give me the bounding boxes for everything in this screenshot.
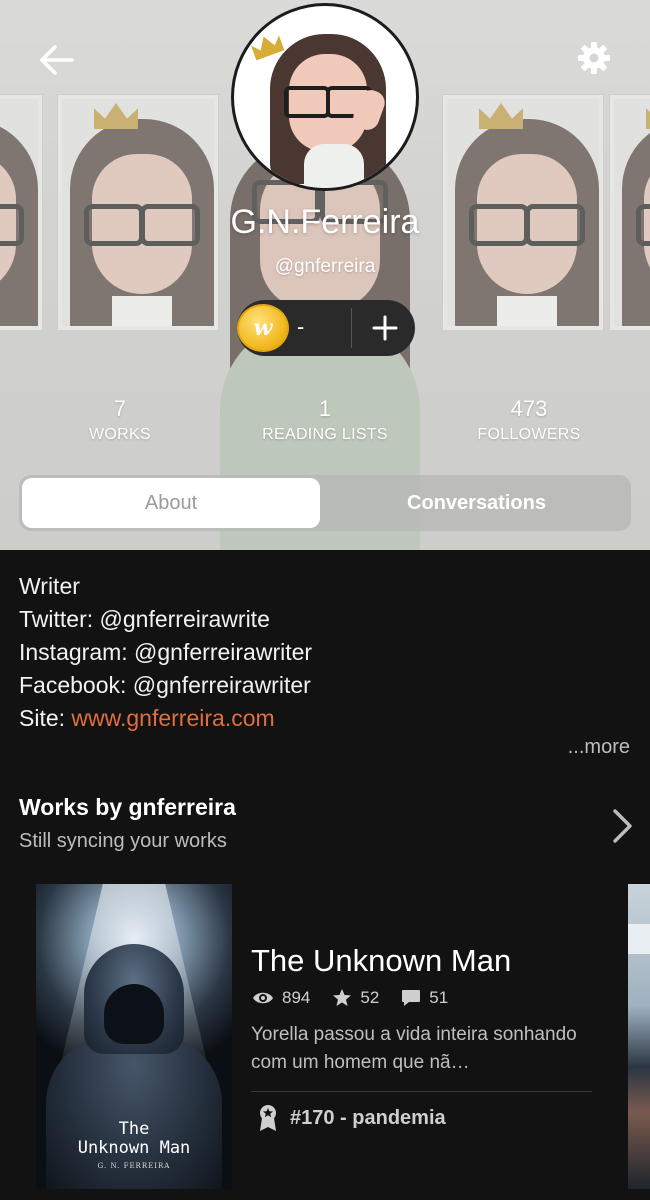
profile-tabs: About Conversations	[19, 475, 631, 531]
comments-value: 51	[429, 988, 449, 1007]
chevron-right-icon	[613, 809, 632, 843]
stat-value: 7	[113, 396, 127, 421]
next-story-cover[interactable]	[628, 884, 650, 1189]
ribbon-icon	[260, 1105, 276, 1131]
bio-line: Writer	[19, 573, 80, 599]
stat-label: READING LISTS	[262, 426, 388, 443]
coin-divider	[351, 308, 352, 348]
stat-works[interactable]: 7 WORKS	[20, 396, 220, 444]
reads-value: 894	[282, 988, 311, 1007]
star-icon	[333, 989, 352, 1006]
stat-reading-lists[interactable]: 1 READING LISTS	[225, 396, 425, 444]
story-stats: 894 52 51	[252, 988, 470, 1008]
votes-value: 52	[360, 988, 380, 1007]
works-see-all-button[interactable]	[604, 806, 640, 846]
stat-label: WORKS	[89, 426, 151, 443]
cover-title-line: The	[118, 1119, 150, 1139]
bio-line: Facebook: @gnferreirawriter	[19, 672, 311, 698]
bio-line: Twitter: @gnferreirawrite	[19, 606, 270, 632]
stat-followers[interactable]: 473 FOLLOWERS	[429, 396, 629, 444]
profile-header: G.N.Ferreira @gnferreira w - 7 WORKS 1 R…	[0, 0, 650, 550]
tab-about[interactable]: About	[22, 478, 320, 528]
settings-button[interactable]	[568, 32, 620, 84]
coin-count: -	[297, 314, 305, 339]
comments-count: 51	[401, 988, 448, 1008]
cover-title: The Unknown Man	[36, 1120, 232, 1158]
add-coins-button[interactable]	[365, 308, 405, 348]
profile-bio: Writer Twitter: @gnferreirawrite Instagr…	[19, 570, 312, 735]
story-cover[interactable]: The Unknown Man G. N. FERREIRA	[36, 884, 232, 1189]
reads-count: 894	[252, 988, 310, 1008]
coin-balance[interactable]: w -	[237, 300, 415, 356]
cover-title-line: Unknown Man	[77, 1138, 191, 1158]
works-subtitle: Still syncing your works	[19, 830, 227, 852]
bio-site-label: Site:	[19, 705, 72, 731]
eye-icon	[253, 992, 273, 1004]
bio-site-link[interactable]: www.gnferreira.com	[71, 705, 274, 731]
avatar[interactable]	[231, 3, 419, 191]
works-title: Works by gnferreira	[19, 794, 236, 820]
bio-line: Instagram: @gnferreirawriter	[19, 639, 313, 665]
story-divider	[251, 1091, 592, 1092]
back-button[interactable]	[28, 36, 84, 84]
wattpad-coin-icon: w	[237, 304, 289, 352]
more-link[interactable]: ...more	[568, 736, 630, 759]
gear-icon	[578, 42, 610, 74]
stat-value: 1	[318, 396, 332, 421]
story-description: Yorella passou a vida inteira sonhando c…	[251, 1024, 577, 1073]
stat-label: FOLLOWERS	[477, 426, 581, 443]
story-title[interactable]: The Unknown Man	[251, 943, 511, 979]
comment-icon	[402, 990, 421, 1006]
cover-author: G. N. FERREIRA	[97, 1162, 171, 1170]
profile-handle: @gnferreira	[274, 256, 376, 277]
story-rank-label: #170 - pandemia	[290, 1106, 446, 1129]
story-rank[interactable]: #170 - pandemia	[258, 1104, 446, 1132]
stat-value: 473	[510, 396, 548, 421]
profile-name: G.N.Ferreira	[230, 203, 420, 241]
arrow-left-icon	[40, 45, 74, 75]
tab-conversations[interactable]: Conversations	[325, 478, 628, 528]
votes-count: 52	[332, 988, 379, 1008]
bio-site-line: Site: www.gnferreira.com	[19, 702, 312, 735]
plus-icon	[372, 315, 398, 341]
